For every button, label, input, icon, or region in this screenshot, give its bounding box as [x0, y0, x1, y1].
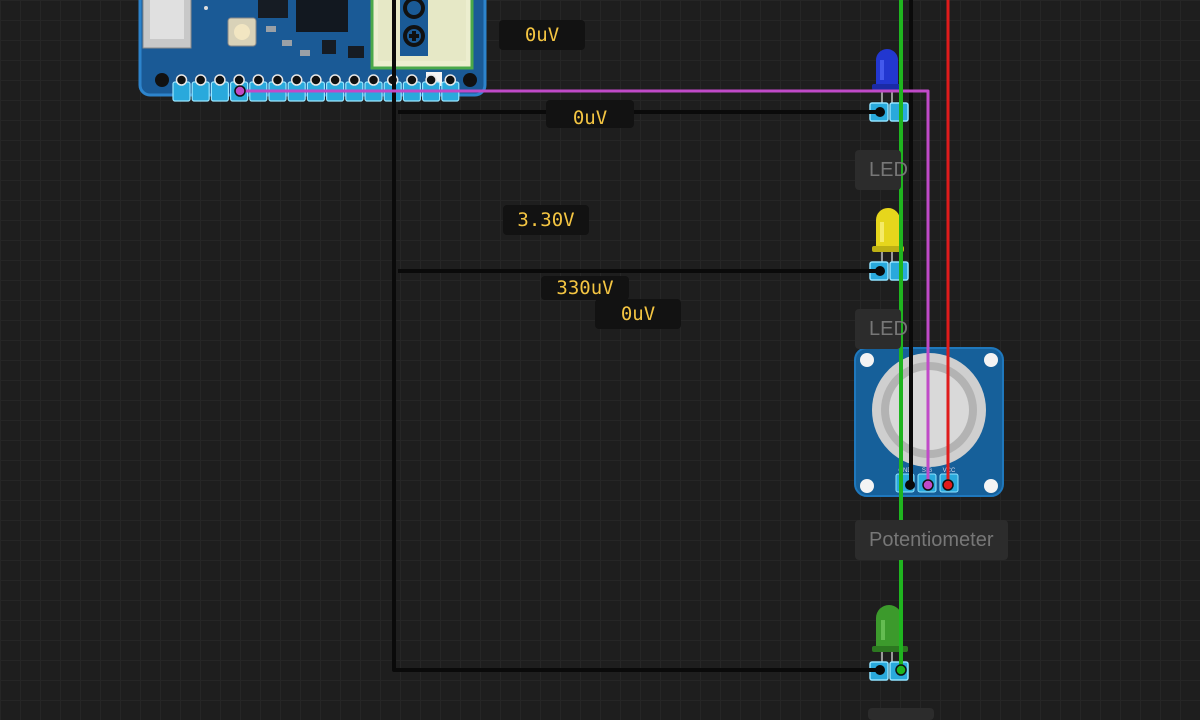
voltmeter-readout: 0uV — [595, 299, 681, 329]
arduino-pin-hole — [290, 74, 303, 86]
arduino-pin-hole — [310, 74, 322, 86]
voltmeter-readout: 3.30V — [503, 205, 589, 235]
led-label-yellow: LED — [855, 309, 908, 349]
arduino-pin-hole — [444, 74, 457, 86]
arduino-pin-hole — [406, 74, 418, 86]
arduino-pin-hole — [175, 74, 188, 86]
wire-black-main[interactable] — [392, 0, 880, 672]
arduino-pin-hole — [271, 74, 284, 86]
voltmeter-readout: 330uV — [541, 276, 629, 300]
arduino-pin-hole — [233, 74, 245, 86]
arduino-pin-hole — [329, 74, 341, 86]
voltmeter-readout: 0uV — [499, 20, 585, 50]
arduino-pin-hole — [194, 74, 207, 86]
potentiometer-label: Potentiometer — [855, 520, 1008, 560]
arduino-pin-hole — [348, 74, 361, 86]
led-blue[interactable] — [872, 49, 902, 105]
arduino-pin-hole — [367, 74, 380, 86]
arduino-pin-hole — [425, 74, 437, 86]
arduino-pin-header[interactable] — [172, 74, 460, 102]
arduino-pin-hole — [252, 74, 265, 86]
arduino-pin-hole — [214, 74, 226, 86]
voltmeter-readout: 0uV — [546, 100, 634, 128]
led-label-green — [868, 708, 934, 720]
wire-end-dots — [234, 85, 954, 676]
led-label-blue: LED — [855, 150, 908, 190]
